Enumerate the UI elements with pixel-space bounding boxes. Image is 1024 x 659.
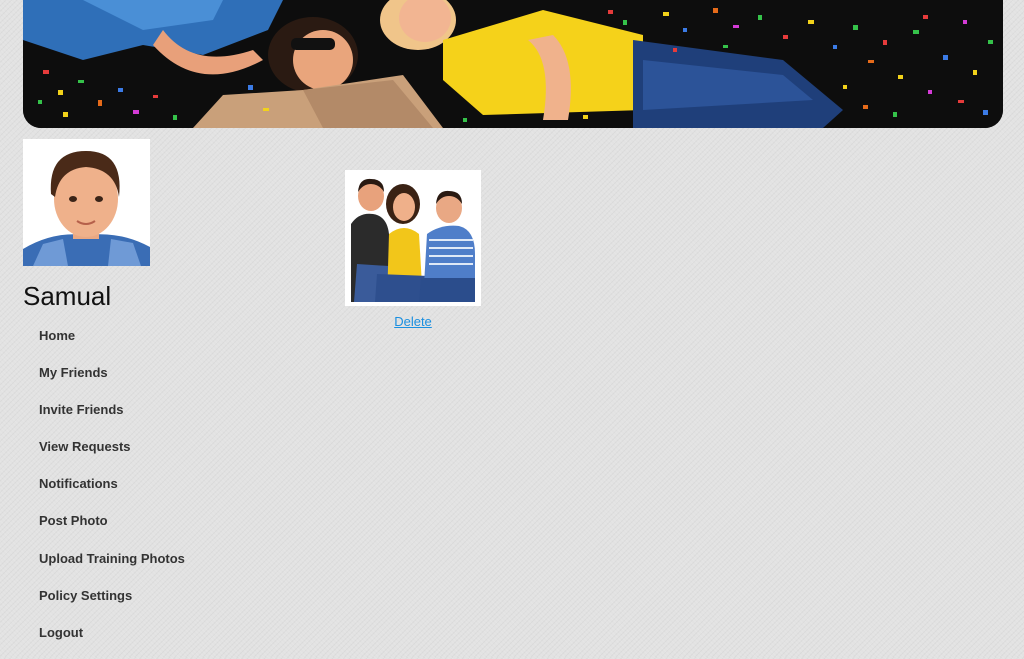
sidebar-item-upload-training-photos[interactable]: Upload Training Photos [39,548,185,585]
sidebar-item-home[interactable]: Home [39,325,185,362]
header-banner-image [23,0,1003,128]
sidebar-item-notifications[interactable]: Notifications [39,473,185,510]
sidebar-item-invite-friends[interactable]: Invite Friends [39,399,185,436]
sidebar-item-view-requests[interactable]: View Requests [39,436,185,473]
photo-thumbnail[interactable] [345,170,481,306]
sidebar-item-logout[interactable]: Logout [39,622,185,659]
sidebar-item-policy-settings[interactable]: Policy Settings [39,585,185,622]
sidebar-nav: Home My Friends Invite Friends View Requ… [39,325,185,659]
profile-avatar [23,139,150,266]
delete-photo-link[interactable]: Delete [345,314,481,329]
profile-name: Samual [23,281,112,311]
sidebar-item-my-friends[interactable]: My Friends [39,362,185,399]
sidebar-item-post-photo[interactable]: Post Photo [39,510,185,547]
